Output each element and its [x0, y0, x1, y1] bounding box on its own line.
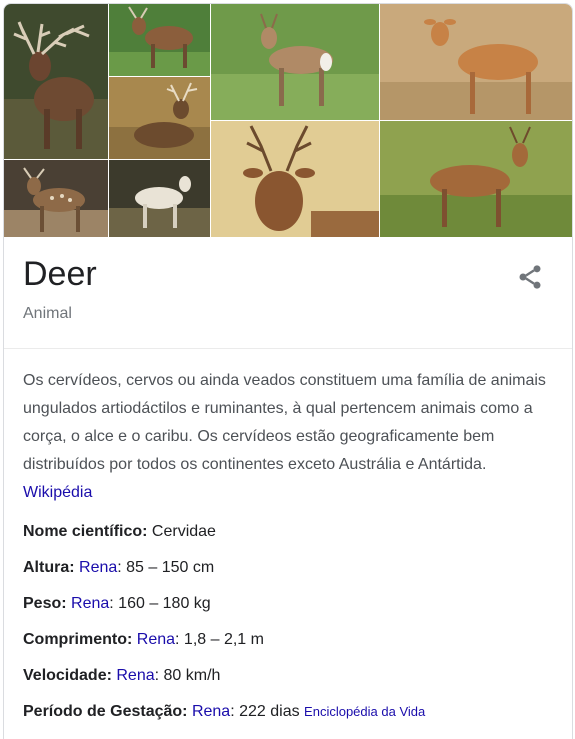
fact-label: Período de Gestação: [23, 703, 188, 720]
fallow-deer-image [4, 160, 108, 237]
facts-list: Nome científico: Cervidae Altura: Rena: … [23, 520, 563, 736]
gallery-image-red-deer-stag[interactable] [4, 4, 108, 159]
fact-link-rena[interactable]: Rena [137, 631, 175, 648]
fact-label: Peso: [23, 595, 67, 612]
wikipedia-link[interactable]: Wikipédia [23, 484, 92, 501]
fact-link-rena[interactable]: Rena [71, 595, 109, 612]
gallery-image-deer-in-grass[interactable] [109, 4, 210, 76]
fact-value: Cervidae [147, 523, 216, 540]
fact-source-link[interactable]: Enciclopédia da Vida [304, 704, 425, 719]
share-button[interactable] [516, 263, 544, 291]
deer-in-grass-image [109, 4, 210, 76]
roe-deer-image [211, 4, 379, 120]
gallery-image-doe-standing[interactable] [380, 4, 572, 120]
gallery-image-stag-portrait[interactable] [211, 121, 379, 237]
entity-header: Deer Animal [4, 237, 572, 349]
gallery-image-fallow-deer[interactable] [4, 160, 108, 237]
fact-label: Comprimento: [23, 631, 133, 648]
fact-row-gestation: Período de Gestação: Rena: 222 dias Enci… [23, 700, 563, 736]
deer-walking-image [380, 121, 572, 237]
red-deer-stag-image [4, 4, 108, 159]
gallery-image-white-deer[interactable] [109, 160, 210, 237]
entity-description: Os cervídeos, cervos ou ainda veados con… [23, 367, 551, 507]
fact-link-rena[interactable]: Rena [79, 559, 117, 576]
fact-value: : 85 – 150 cm [117, 559, 215, 576]
entity-title: Deer [23, 255, 97, 293]
description-text: Os cervídeos, cervos ou ainda veados con… [23, 372, 546, 473]
doe-standing-image [380, 4, 572, 120]
gallery-image-deer-walking[interactable] [380, 121, 572, 237]
image-gallery [4, 4, 572, 237]
share-icon [519, 265, 541, 289]
white-deer-image [109, 160, 210, 237]
fact-label: Altura: [23, 559, 75, 576]
stag-lying-image [109, 77, 210, 159]
fact-value: : 160 – 180 kg [109, 595, 211, 612]
fact-row-length: Comprimento: Rena: 1,8 – 2,1 m [23, 628, 563, 664]
fact-value: : 80 km/h [154, 667, 221, 684]
entity-subtitle: Animal [23, 305, 72, 322]
fact-link-rena[interactable]: Rena [192, 703, 230, 720]
fact-value: : 222 dias [230, 703, 300, 720]
fact-value: : 1,8 – 2,1 m [175, 631, 264, 648]
fact-link-rena[interactable]: Rena [116, 667, 154, 684]
fact-label: Nome científico: [23, 523, 148, 540]
fact-row-speed: Velocidade: Rena: 80 km/h [23, 664, 563, 700]
gallery-image-stag-lying[interactable] [109, 77, 210, 159]
knowledge-panel: Deer Animal Os cervídeos, cervos ou aind… [3, 3, 573, 739]
fact-row-weight: Peso: Rena: 160 – 180 kg [23, 592, 563, 628]
stag-portrait-image [211, 121, 379, 237]
fact-label: Velocidade: [23, 667, 112, 684]
fact-row-height: Altura: Rena: 85 – 150 cm [23, 556, 563, 592]
fact-row-scientific-name: Nome científico: Cervidae [23, 520, 563, 556]
gallery-image-roe-deer[interactable] [211, 4, 379, 120]
